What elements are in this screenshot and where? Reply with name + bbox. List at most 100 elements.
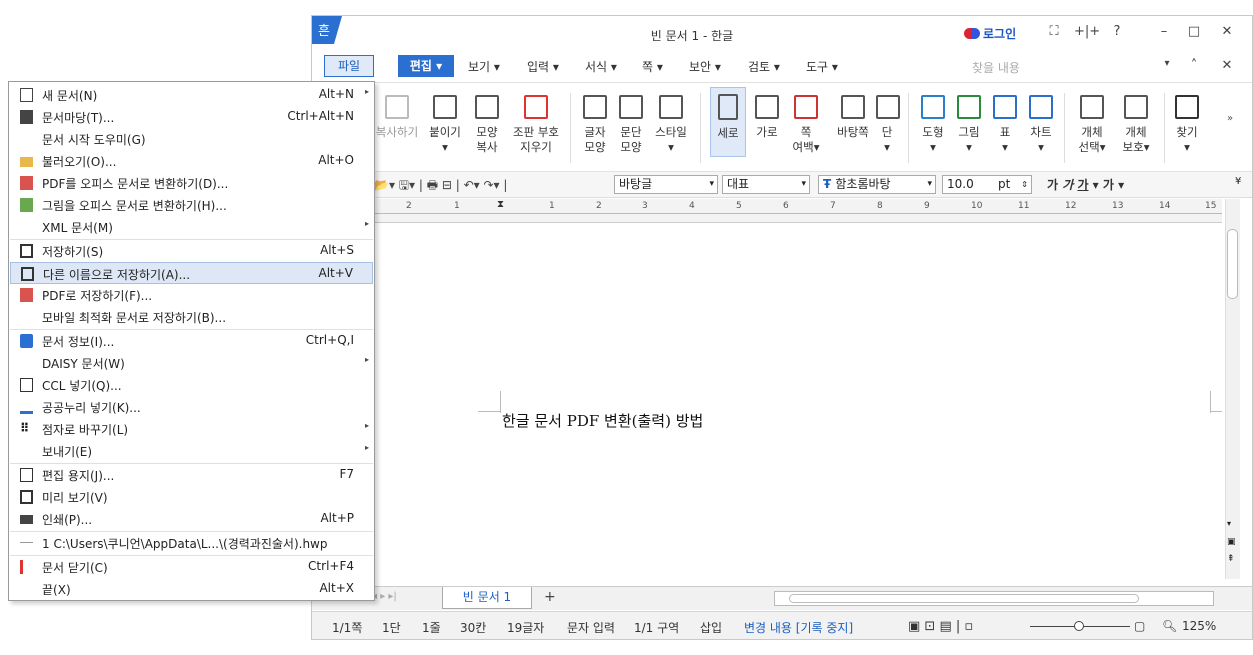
shape-button[interactable]: 도형 ▾ xyxy=(918,89,948,155)
file-menu-item-save-as[interactable]: 다른 이름으로 저장하기(A)... Alt+V xyxy=(10,262,373,284)
copy-button[interactable]: 복사하기 xyxy=(372,89,422,140)
help-icon[interactable]: ? xyxy=(1107,24,1127,39)
file-menu-item-open-license[interactable]: 공공누리 넣기(K)... xyxy=(10,396,373,418)
file-menu-item-send[interactable]: 보내기(E) ▸ xyxy=(10,440,373,462)
find-dropdown-icon[interactable]: ▾ xyxy=(1157,58,1177,69)
menu-format[interactable]: 서식 ▾ xyxy=(585,58,617,75)
file-menu-item-ccl[interactable]: CCL 넣기(Q)... xyxy=(10,374,373,396)
para-shape-button[interactable]: 문단 모양 xyxy=(616,89,646,155)
minimize-icon[interactable]: – xyxy=(1154,24,1174,39)
vertical-scrollbar[interactable]: ▾ ▣ ⇞ xyxy=(1225,199,1240,579)
scroll-down-icon[interactable]: ▾ xyxy=(1227,519,1231,528)
file-menu-item-start-helper[interactable]: 문서 시작 도우미(G) xyxy=(10,128,373,150)
file-menu-item-recent-1[interactable]: 1 C:\Users\쿠니언\AppData\L...\(경력과진술서).hwp xyxy=(10,532,373,554)
chart-button[interactable]: 차트 ▾ xyxy=(1026,89,1056,155)
open-license-icon xyxy=(20,400,33,414)
ribbon-expand-icon[interactable]: » xyxy=(1227,113,1233,124)
horizontal-scrollbar[interactable] xyxy=(774,591,1214,606)
menu-file[interactable]: 파일 xyxy=(324,55,374,77)
file-menu-item-pdf-to-office[interactable]: PDF를 오피스 문서로 변환하기(D)... xyxy=(10,172,373,194)
quick-tools[interactable]: 📂▾ 🖫▾ | 🖶 ⊟ | ↶▾ ↷▾ | xyxy=(374,176,507,197)
clear-codes-button[interactable]: 조판 부호 지우기 xyxy=(510,89,562,155)
find-button[interactable]: 찾기 ▾ xyxy=(1172,89,1202,155)
file-menu-item-doc-info[interactable]: 문서 정보(I)... Ctrl+Q,I xyxy=(10,330,373,352)
h-scroll-thumb[interactable] xyxy=(789,594,1139,603)
style-button[interactable]: 스타일 ▾ xyxy=(652,89,690,155)
menu-tools[interactable]: 도구 ▾ xyxy=(806,58,838,75)
toolbar-more-icon[interactable]: ¥ xyxy=(1235,176,1241,187)
close-doc-x-icon[interactable]: ✕ xyxy=(1217,58,1237,73)
landscape-button[interactable]: 가로 xyxy=(752,89,782,140)
status-track-changes[interactable]: 변경 내용 [기록 중지] xyxy=(744,619,853,636)
tab-nav-icons[interactable]: ◂ ▸ ▸| xyxy=(372,591,397,602)
document-text[interactable]: 한글 문서 PDF 변환(출력) 방법 xyxy=(502,410,703,431)
menu-security[interactable]: 보안 ▾ xyxy=(689,58,721,75)
collapse-ribbon-icon[interactable]: ˄ xyxy=(1184,58,1204,73)
file-menu-item-save[interactable]: 저장하기(S) Alt+S xyxy=(10,240,373,262)
menu-edit[interactable]: 편집 ▾ xyxy=(398,55,454,77)
file-menu-item-image-to-office[interactable]: 그림을 오피스 문서로 변환하기(H)... xyxy=(10,194,373,216)
margin-button[interactable]: 쪽 여백▾ xyxy=(788,89,824,155)
status-zoom[interactable]: 125% xyxy=(1182,619,1216,633)
paste-button[interactable]: 붙이기 ▾ xyxy=(427,89,463,155)
style-select[interactable]: 바탕글 ▾ xyxy=(614,175,718,194)
prev-page-icon[interactable]: ⇞ xyxy=(1227,554,1235,564)
font-unit: pt xyxy=(998,177,1011,191)
portrait-button[interactable]: 세로 xyxy=(710,87,746,157)
maximize-icon[interactable]: □ xyxy=(1184,24,1204,39)
columns-button[interactable]: 단 ▾ xyxy=(876,89,900,155)
protect-object-button[interactable]: 개체 보호▾ xyxy=(1118,89,1154,155)
ruler-number: 15 xyxy=(1205,201,1217,211)
ruler-number: 11 xyxy=(1018,201,1030,211)
file-menu-item-exit[interactable]: 끝(X) Alt+X xyxy=(10,578,373,600)
zoom-slider-knob[interactable] xyxy=(1074,621,1084,631)
find-input[interactable]: 찾을 내용 xyxy=(972,59,1020,76)
fullscreen-icon[interactable]: ⛶ xyxy=(1044,24,1064,39)
file-menu-item-open[interactable]: 불러오기(O)... Alt+O xyxy=(10,150,373,172)
file-menu-item-daisy[interactable]: DAISY 문서(W) ▸ xyxy=(10,352,373,374)
file-menu-item-braille[interactable]: ⠿ 점자로 바꾸기(L) ▸ xyxy=(10,418,373,440)
menu-review[interactable]: 검토 ▾ xyxy=(748,58,780,75)
menu-insert-label: 입력 xyxy=(527,60,550,74)
close-icon[interactable]: ✕ xyxy=(1217,24,1237,39)
tab-document-1[interactable]: 빈 문서 1 xyxy=(442,587,532,609)
file-menu-item-page-setup[interactable]: 편집 용지(J)... F7 xyxy=(10,464,373,486)
select-object-label: 개체 xyxy=(1081,125,1103,139)
picture-button[interactable]: 그림 ▾ xyxy=(954,89,984,155)
fit-page-icon[interactable]: ▢ xyxy=(1134,619,1145,633)
file-menu-item-preview[interactable]: 미리 보기(V) xyxy=(10,486,373,508)
scroll-thumb[interactable] xyxy=(1227,229,1238,299)
font-size-field[interactable]: 10.0 pt ⇕ xyxy=(942,175,1032,194)
add-tab-button[interactable]: + xyxy=(544,589,556,605)
login-label: 로그인 xyxy=(983,27,1017,41)
select-object-button[interactable]: 개체 선택▾ xyxy=(1074,89,1110,155)
view-mode-icons[interactable]: ▣ ⊡ ▤ | ▫ xyxy=(908,619,973,634)
text-style-buttons[interactable]: 가 가 가 ▾ 가 ▾ xyxy=(1047,176,1124,193)
login-button[interactable]: 로그인 xyxy=(964,25,1016,42)
menu-view[interactable]: 보기 ▾ xyxy=(468,58,500,75)
file-menu-item-save-pdf[interactable]: PDF로 저장하기(F)... xyxy=(10,284,373,306)
page-nav-icon[interactable]: ▣ xyxy=(1227,537,1236,547)
status-insert[interactable]: 삽입 xyxy=(700,619,722,636)
zoom-icon[interactable]: 🔍︎ xyxy=(1162,619,1177,633)
file-menu-item-new[interactable]: 새 문서(N) Alt+N ▸ xyxy=(10,84,373,106)
menu-item-label: 1 C:\Users\쿠니언\AppData\L...\(경력과진술서).hwp xyxy=(42,537,328,551)
menu-page[interactable]: 쪽 ▾ xyxy=(642,58,663,75)
char-shape-button[interactable]: 글자 모양 xyxy=(580,89,610,155)
status-input-mode: 문자 입력 xyxy=(567,621,615,635)
table-button[interactable]: 표 ▾ xyxy=(990,89,1020,155)
document-area[interactable]: 한글 문서 PDF 변환(출력) 방법 xyxy=(312,223,1222,588)
file-menu-item-print[interactable]: 인쇄(P)... Alt+P xyxy=(10,508,373,530)
font-select[interactable]: Ŧ 함초롬바탕 ▾ xyxy=(818,175,936,194)
file-menu-item-xml[interactable]: XML 문서(M) ▸ xyxy=(10,216,373,238)
file-menu-item-template[interactable]: 문서마당(T)... Ctrl+Alt+N xyxy=(10,106,373,128)
file-menu-item-close-doc[interactable]: 문서 닫기(C) Ctrl+F4 xyxy=(10,556,373,578)
menu-insert[interactable]: 입력 ▾ xyxy=(527,58,559,75)
indent-marker-icon[interactable]: ⧗ xyxy=(497,199,504,210)
file-menu-item-save-mobile[interactable]: 모바일 최적화 문서로 저장하기(B)... xyxy=(10,306,373,328)
format-copy-button[interactable]: 모양 복사 xyxy=(472,89,502,155)
chart-label: 차트 xyxy=(1030,125,1052,139)
master-page-button[interactable]: 바탕쪽 xyxy=(830,89,876,140)
lang-select[interactable]: 대표 ▾ xyxy=(722,175,810,194)
split-icon[interactable]: +|+ xyxy=(1074,24,1100,39)
